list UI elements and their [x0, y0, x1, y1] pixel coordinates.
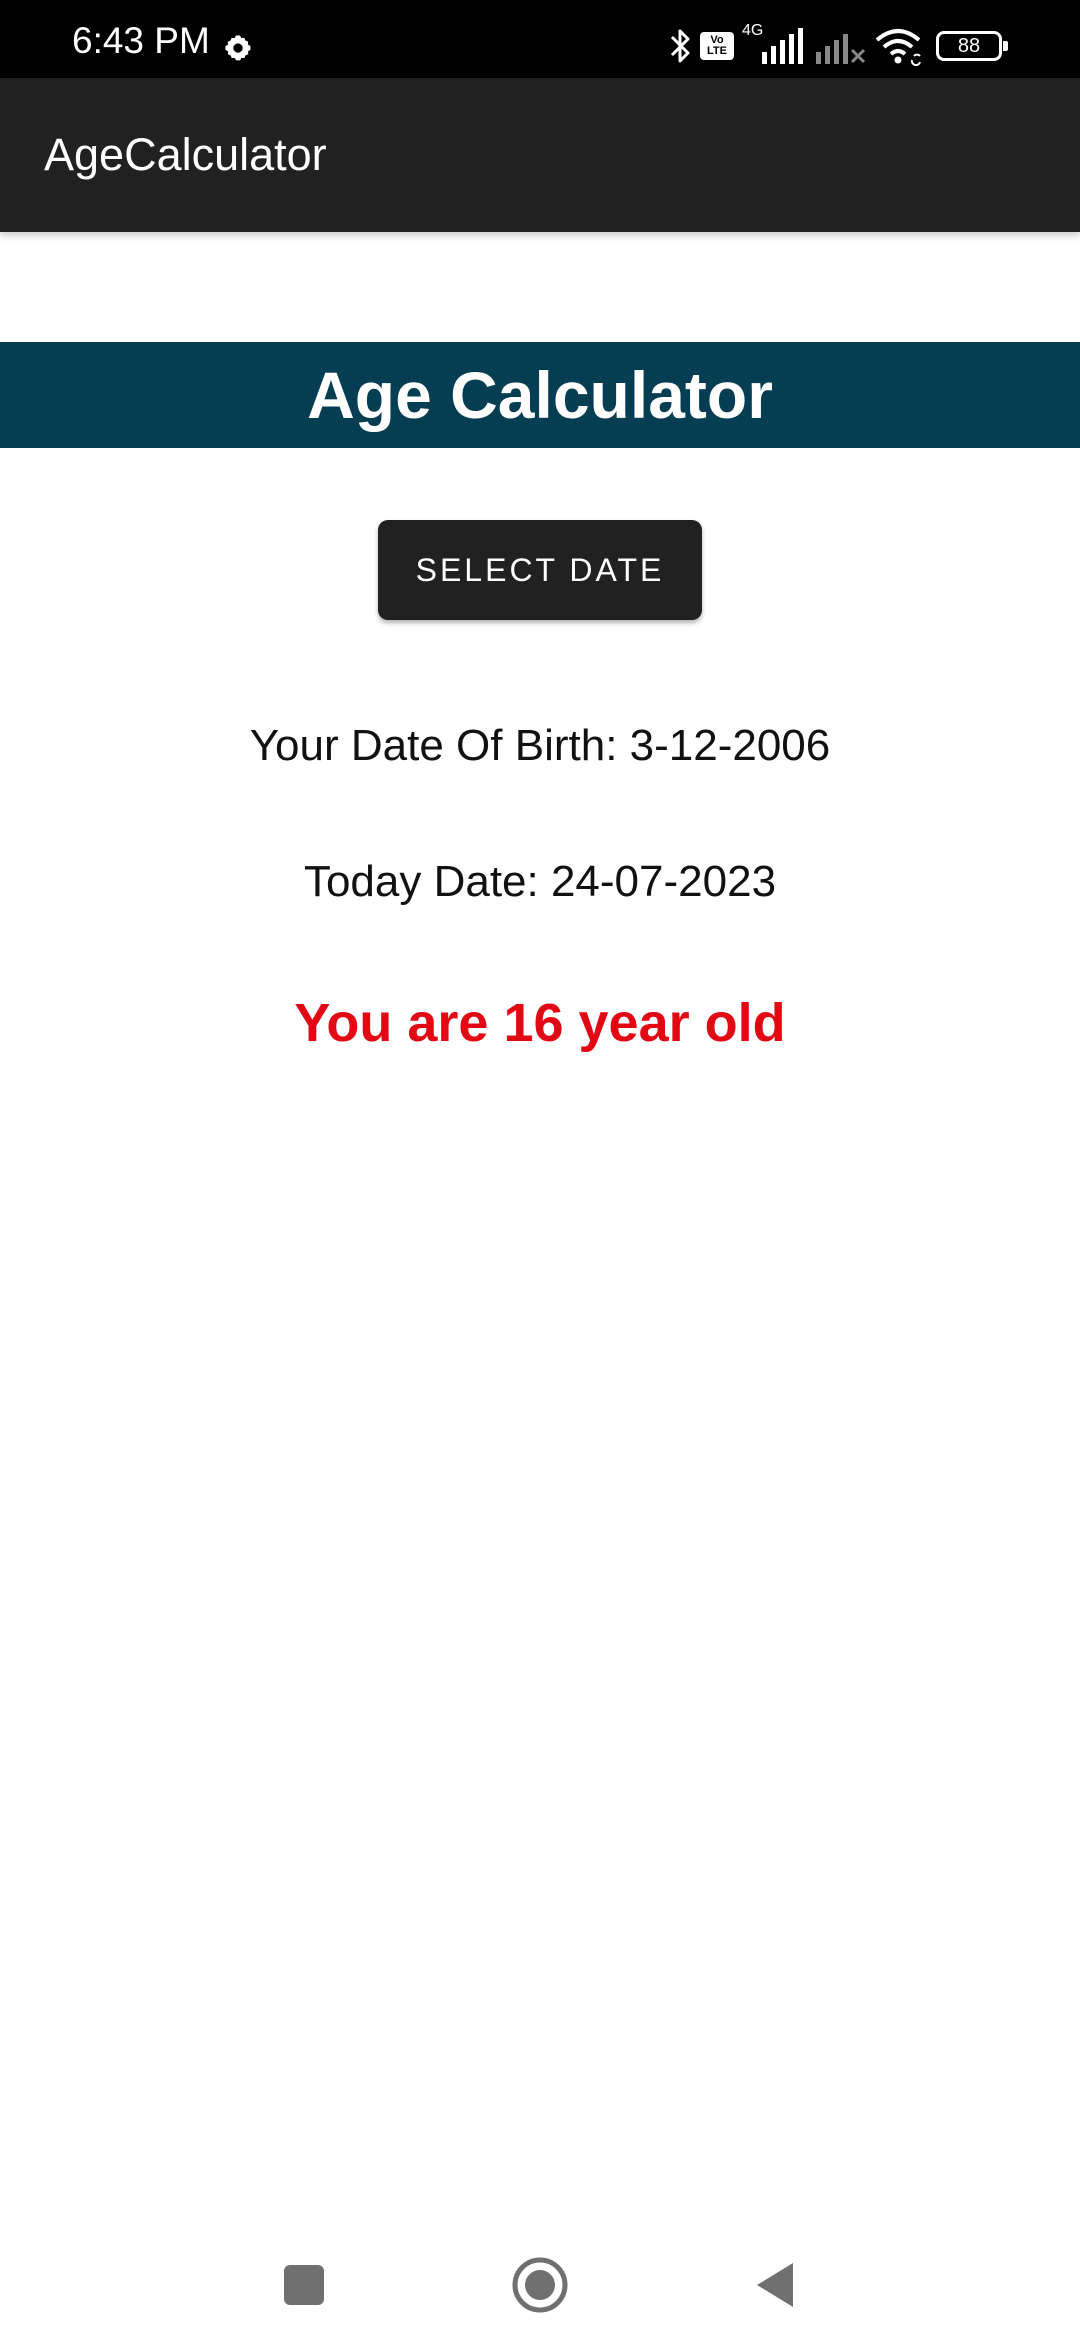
status-bar: 6:43 PM Vo LTE 4G 88: [0, 0, 1080, 78]
volte-icon: Vo LTE: [700, 32, 734, 60]
home-circle-icon: [512, 2257, 568, 2313]
signal-no-sim-icon: [816, 34, 866, 64]
battery-icon: 88: [936, 31, 1008, 61]
signal-4g-icon: 4G: [742, 22, 806, 66]
recents-square-icon: [284, 2265, 324, 2305]
settings-gear-icon: [225, 35, 251, 61]
wifi-icon: [875, 29, 921, 66]
volte-bottom-label: LTE: [707, 45, 727, 57]
page-heading: Age Calculator: [307, 358, 773, 432]
app-title: AgeCalculator: [44, 129, 327, 180]
recents-button[interactable]: [269, 2250, 339, 2320]
bluetooth-icon: [670, 29, 690, 63]
navigation-bar: [0, 2220, 1080, 2340]
date-of-birth-text: Your Date Of Birth: 3-12-2006: [249, 721, 831, 770]
status-icons: Vo LTE 4G 88: [668, 22, 1008, 66]
back-triangle-icon: [757, 2263, 793, 2307]
select-date-label: SELECT DATE: [415, 551, 665, 588]
today-date-text: Today Date: 24-07-2023: [303, 857, 777, 906]
battery-level: 88: [957, 35, 981, 57]
heading-band: Age Calculator: [0, 342, 1080, 448]
age-result-text: You are 16 year old: [294, 993, 786, 1053]
app-bar: AgeCalculator: [0, 78, 1080, 232]
back-button[interactable]: [740, 2250, 810, 2320]
home-button[interactable]: [505, 2250, 575, 2320]
status-time: 6:43 PM: [72, 20, 210, 61]
select-date-button[interactable]: SELECT DATE: [378, 520, 702, 620]
